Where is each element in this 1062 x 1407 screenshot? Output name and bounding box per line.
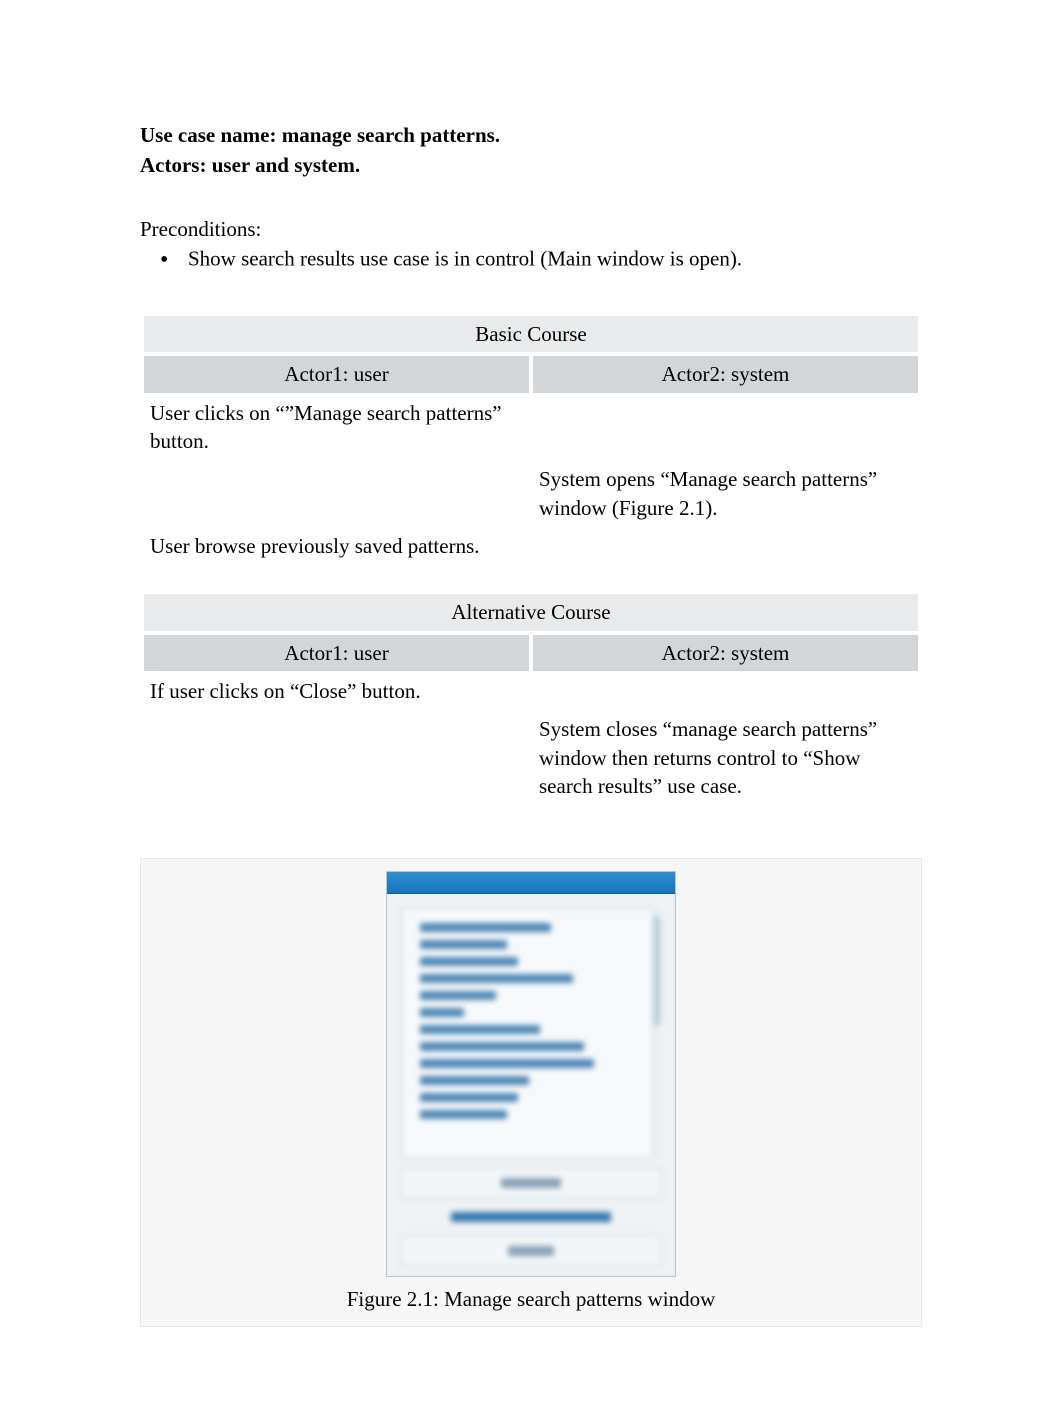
saved-patterns-listbox[interactable] [401,908,661,1158]
alternative-course-table: Alternative Course Actor1: user Actor2: … [140,590,922,808]
usecase-name-line: Use case name: manage search patterns. [140,120,922,150]
basic-actor2-header: Actor2: system [533,356,918,392]
alt-row-left [144,713,529,804]
manage-search-patterns-dialog [386,871,676,1277]
dialog-action-button-1[interactable] [401,1168,661,1198]
dialog-titlebar [387,872,675,894]
basic-row-left [144,463,529,526]
preconditions-label: Preconditions: [140,215,922,244]
alt-row-right [533,675,918,709]
listbox-scrollbar[interactable] [652,908,661,1158]
basic-row-right [533,530,918,564]
figure-2-1: Figure 2.1: Manage search patterns windo… [140,858,922,1327]
basic-row-right [533,397,918,460]
dialog-link[interactable] [401,1208,661,1226]
dialog-body [387,894,675,1276]
basic-row-right: System opens “Manage search patterns” wi… [533,463,918,526]
figure-caption: Figure 2.1: Manage search patterns windo… [347,1287,716,1312]
basic-course-table: Basic Course Actor1: user Actor2: system… [140,312,922,568]
alt-row-right: System closes “manage search patterns” w… [533,713,918,804]
preconditions-block: Preconditions: Show search results use c… [140,215,922,278]
basic-row-left: User clicks on “”Manage search patterns”… [144,397,529,460]
basic-actor1-header: Actor1: user [144,356,529,392]
alternative-course-title: Alternative Course [144,594,918,630]
alt-actor2-header: Actor2: system [533,635,918,671]
basic-row-left: User browse previously saved patterns. [144,530,529,564]
page: Use case name: manage search patterns. A… [0,0,1062,1407]
alt-row-left: If user clicks on “Close” button. [144,675,529,709]
actors-line: Actors: user and system. [140,150,922,180]
precondition-item: Show search results use case is in contr… [170,244,922,278]
alt-actor1-header: Actor1: user [144,635,529,671]
close-button[interactable] [401,1236,661,1266]
basic-course-title: Basic Course [144,316,918,352]
